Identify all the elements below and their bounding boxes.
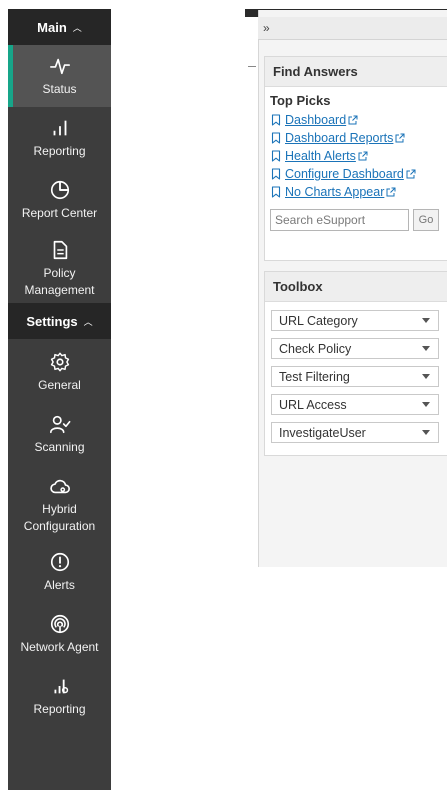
alert-circle-icon bbox=[50, 552, 69, 572]
dropdown-label: URL Access bbox=[279, 397, 347, 412]
bar-chart-icon bbox=[53, 120, 66, 136]
chevron-up-icon: ︿ bbox=[72, 22, 82, 33]
dropdown-label: InvestigateUser bbox=[279, 425, 366, 440]
collapse-panel-button[interactable]: » bbox=[258, 17, 447, 40]
sidebar-item-label: Hybrid bbox=[42, 502, 77, 516]
network-agent-icon bbox=[50, 614, 69, 634]
toolbox-card: Toolbox URL Category Check Policy Test F… bbox=[264, 271, 447, 456]
top-pick-link[interactable]: Dashboard bbox=[270, 111, 447, 129]
sidebar-item-label: Policy bbox=[43, 266, 76, 280]
gear-icon bbox=[50, 352, 69, 372]
caret-down-icon bbox=[422, 346, 430, 351]
external-link-icon bbox=[386, 187, 396, 197]
sidebar-item-label: Reporting bbox=[33, 702, 86, 716]
sidebar-item-label: Scanning bbox=[34, 440, 85, 454]
chevron-up-icon: ︿ bbox=[83, 316, 93, 327]
caret-down-icon bbox=[422, 374, 430, 379]
bookmark-icon bbox=[271, 114, 281, 126]
bookmark-icon bbox=[271, 150, 281, 162]
top-pick-link[interactable]: Configure Dashboard bbox=[270, 165, 447, 183]
find-answers-card: Find Answers Top Picks Dashboard Dashboa… bbox=[264, 56, 447, 261]
sidebar-item-status[interactable]: Status bbox=[8, 45, 111, 107]
external-link-icon bbox=[395, 133, 405, 143]
link-text[interactable]: No Charts Appear bbox=[285, 185, 384, 199]
top-pick-link[interactable]: Health Alerts bbox=[270, 147, 447, 165]
sidebar-item-scanning[interactable]: Scanning bbox=[8, 403, 111, 465]
toolbox-dropdown[interactable]: InvestigateUser bbox=[271, 422, 439, 443]
caret-down-icon bbox=[422, 430, 430, 435]
caret-down-icon bbox=[422, 318, 430, 323]
sidebar-item-settings-reporting[interactable]: Reporting bbox=[8, 665, 111, 727]
sidebar-item-reporting[interactable]: Reporting bbox=[8, 107, 111, 169]
toolbox-dropdown[interactable]: URL Access bbox=[271, 394, 439, 415]
top-picks-heading: Top Picks bbox=[270, 93, 331, 108]
sidebar-item-label: General bbox=[38, 378, 81, 392]
pie-chart-icon bbox=[50, 180, 69, 200]
bookmark-icon bbox=[271, 132, 281, 144]
top-pick-link[interactable]: Dashboard Reports bbox=[270, 129, 447, 147]
sidebar-item-network-agent[interactable]: Network Agent bbox=[8, 603, 111, 665]
panel-divider bbox=[248, 66, 256, 67]
dropdown-label: Test Filtering bbox=[279, 369, 350, 384]
sidebar-item-report-center[interactable]: Report Center bbox=[8, 169, 111, 231]
cloud-gear-icon bbox=[49, 479, 70, 494]
dropdown-label: Check Policy bbox=[279, 341, 352, 356]
external-link-icon bbox=[348, 115, 358, 125]
find-answers-title: Find Answers bbox=[265, 57, 447, 87]
toolbox-list: URL Category Check Policy Test Filtering… bbox=[265, 302, 447, 443]
settings-section-label: Settings bbox=[26, 313, 78, 329]
document-icon bbox=[53, 240, 67, 260]
sidebar-item-label: Management bbox=[24, 283, 95, 297]
sidebar-item-label: Network Agent bbox=[20, 640, 99, 654]
sidebar-item-label: Report Center bbox=[21, 206, 98, 220]
settings-section-header[interactable]: Settings ︿ bbox=[8, 303, 111, 339]
sidebar-item-label: Alerts bbox=[44, 578, 75, 592]
user-check-icon bbox=[49, 415, 70, 434]
link-text[interactable]: Dashboard Reports bbox=[285, 131, 393, 145]
top-pick-link[interactable]: No Charts Appear bbox=[270, 183, 447, 201]
link-text[interactable]: Dashboard bbox=[285, 113, 346, 127]
sidebar-item-policy-management[interactable]: Policy Management bbox=[8, 231, 111, 303]
bookmark-icon bbox=[271, 168, 281, 180]
go-button[interactable]: Go bbox=[413, 209, 439, 231]
link-text[interactable]: Configure Dashboard bbox=[285, 167, 404, 181]
toolbox-title: Toolbox bbox=[265, 272, 447, 302]
sidebar-item-general[interactable]: General bbox=[8, 339, 111, 403]
sidebar-item-hybrid-configuration[interactable]: Hybrid Configuration bbox=[8, 465, 111, 541]
search-input[interactable] bbox=[270, 209, 409, 231]
double-chevron-right-icon: » bbox=[263, 21, 270, 35]
dropdown-label: URL Category bbox=[279, 313, 358, 328]
sidebar-item-label: Configuration bbox=[23, 519, 96, 533]
reporting-chart-icon bbox=[54, 679, 68, 694]
toolbox-dropdown[interactable]: Test Filtering bbox=[271, 366, 439, 387]
main-section-header[interactable]: Main ︿ bbox=[8, 9, 111, 45]
sidebar-nav: Main ︿ Status Reporting Report Center Po… bbox=[8, 9, 111, 790]
activity-icon bbox=[49, 58, 70, 75]
sidebar-item-alerts[interactable]: Alerts bbox=[8, 541, 111, 603]
toolbox-dropdown[interactable]: Check Policy bbox=[271, 338, 439, 359]
main-section-label: Main bbox=[37, 19, 67, 35]
top-picks-list: Dashboard Dashboard Reports Health Alert… bbox=[265, 108, 447, 201]
sidebar-item-label: Reporting bbox=[33, 144, 86, 158]
sidebar-item-label: Status bbox=[42, 82, 77, 96]
caret-down-icon bbox=[422, 402, 430, 407]
link-text[interactable]: Health Alerts bbox=[285, 149, 356, 163]
external-link-icon bbox=[358, 151, 368, 161]
toolbox-dropdown[interactable]: URL Category bbox=[271, 310, 439, 331]
esupport-search: Go bbox=[265, 201, 447, 231]
bookmark-icon bbox=[271, 186, 281, 198]
external-link-icon bbox=[406, 169, 416, 179]
